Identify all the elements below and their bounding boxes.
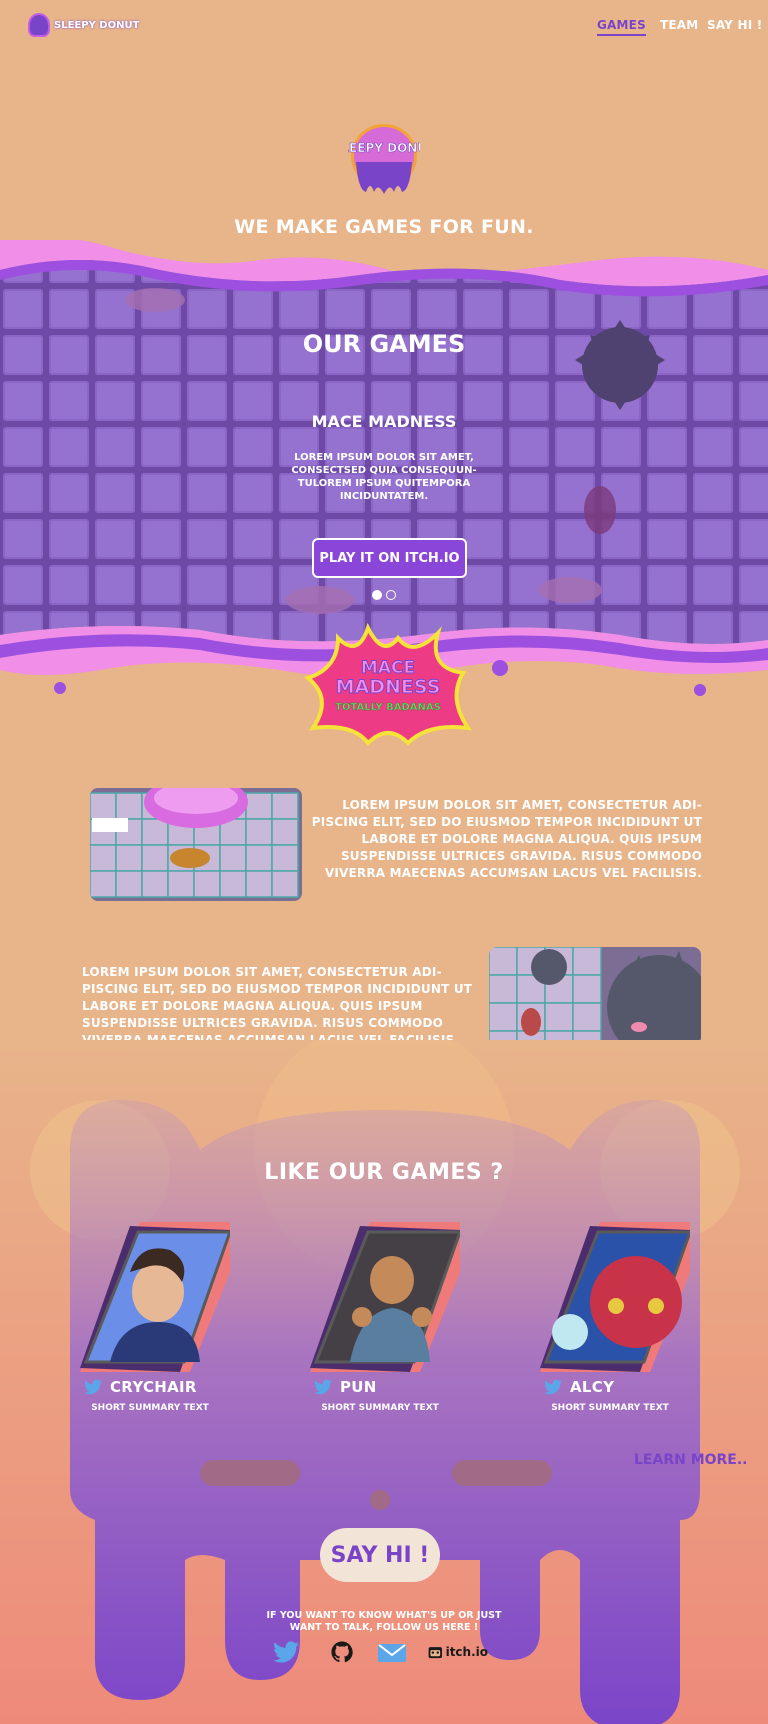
- say-hi-bubble[interactable]: SAY HI !: [320, 1528, 440, 1582]
- section-title-like-our-games: LIKE OUR GAMES ?: [264, 1160, 504, 1185]
- feature-text-2: LOREM IPSUM DOLOR SIT AMET, CONSECTETUR …: [82, 965, 473, 1047]
- badge-line-2: MADNESS: [336, 676, 441, 698]
- nav-link-games[interactable]: GAMES: [597, 18, 646, 36]
- tagline: WE MAKE GAMES FOR FUN.: [234, 216, 534, 238]
- member-portrait-crychair: [80, 1222, 230, 1372]
- contact-text: IF YOU WANT TO KNOW WHAT'S UP OR JUST WA…: [266, 1610, 502, 1633]
- sleepy-donut-logo: SLEEPY DONUT: [348, 124, 420, 194]
- feature-text-1: LOREM IPSUM DOLOR SIT AMET, CONSECTETUR …: [311, 798, 702, 880]
- mace-madness-badge: MACE MADNESS TOTALLY BADANAS: [303, 622, 473, 747]
- github-icon[interactable]: [331, 1640, 353, 1664]
- game-name: MACE MADNESS: [311, 412, 457, 431]
- twitter-icon[interactable]: [273, 1640, 299, 1664]
- member-portrait-pun: [310, 1222, 460, 1372]
- badge-line-1: MACE: [361, 658, 415, 678]
- twitter-icon[interactable]: [84, 1379, 102, 1395]
- brand-name: SLEEPY DONUT: [54, 19, 140, 31]
- nav-link-team[interactable]: TEAM: [660, 18, 698, 32]
- carousel-dot-1[interactable]: [372, 590, 382, 600]
- member-summary: SHORT SUMMARY TEXT: [321, 1403, 439, 1413]
- section-title-our-games: OUR GAMES: [302, 330, 466, 358]
- nav-brand[interactable]: SLEEPY DONUT: [28, 12, 148, 38]
- learn-more-link[interactable]: LEARN MORE..: [634, 1452, 748, 1468]
- member-portrait-alcy: [540, 1222, 690, 1372]
- carousel-dot-2[interactable]: [386, 590, 396, 600]
- game-description: LOREM IPSUM DOLOR SIT AMET, CONSECTSED Q…: [291, 452, 477, 502]
- team-member-card[interactable]: CRYCHAIR SHORT SUMMARY TEXT: [70, 1222, 230, 1432]
- nav-link-say-hi[interactable]: SAY HI !: [707, 18, 762, 32]
- itch-link[interactable]: itch.io: [428, 1640, 488, 1664]
- member-name: PUN: [340, 1378, 377, 1396]
- play-on-itch-button[interactable]: PLAY IT ON ITCH.IO: [312, 538, 467, 578]
- twitter-icon[interactable]: [314, 1379, 332, 1395]
- badge-line-3: TOTALLY BADANAS: [335, 702, 441, 713]
- team-member-card[interactable]: ALCY SHORT SUMMARY TEXT: [530, 1222, 690, 1432]
- logo-text-1: SLEEPY DONUT: [348, 141, 420, 155]
- member-summary: SHORT SUMMARY TEXT: [551, 1403, 669, 1413]
- member-summary: SHORT SUMMARY TEXT: [91, 1403, 209, 1413]
- brand-logo-icon: [28, 13, 50, 37]
- member-name: CRYCHAIR: [110, 1378, 197, 1396]
- feature-screenshot-1: [90, 788, 302, 901]
- member-name: ALCY: [570, 1378, 615, 1396]
- mail-icon[interactable]: [378, 1640, 406, 1664]
- itch-label: itch.io: [445, 1645, 488, 1659]
- team-member-card[interactable]: PUN SHORT SUMMARY TEXT: [300, 1222, 460, 1432]
- itch-icon: [428, 1647, 442, 1659]
- twitter-icon[interactable]: [544, 1379, 562, 1395]
